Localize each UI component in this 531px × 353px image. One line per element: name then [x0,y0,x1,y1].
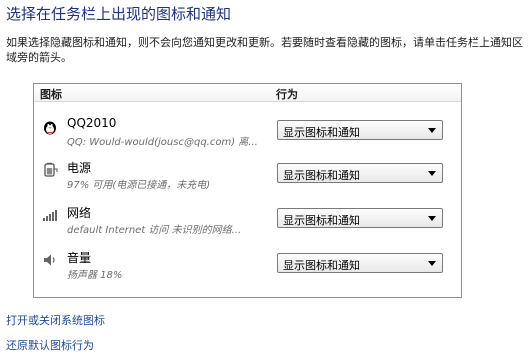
network-icon [42,207,58,223]
qq-penguin-icon [42,119,58,135]
list-item-subtitle: default Internet 访问 未识别的网络... [67,225,242,236]
list-item-network: 网络 default Internet 访问 未识别的网络... 显示图标和通知 [34,201,461,243]
power-icon [42,162,58,178]
dropdown-selected-value: 显示图标和通知 [283,214,360,227]
list-item-volume: 音量 扬声器 18% 显示图标和通知 [34,246,461,288]
list-item-name: 音量 [67,251,92,265]
column-header-icon: 图标 [40,88,62,101]
restore-default-icons-link[interactable]: 还原默认图标行为 [6,337,94,353]
list-item-name: 网络 [67,206,92,220]
dropdown-selected-value: 显示图标和通知 [283,126,360,139]
notification-icons-list: 图标 行为 QQ2010 QQ: Would-would(jousc@qq.co… [33,83,462,298]
list-item-subtitle: 97% 可用(电源已接通，未充电) [67,180,211,191]
chevron-down-icon [428,128,436,133]
list-item-subtitle: 扬声器 18% [67,270,123,281]
column-header-behavior: 行为 [276,88,298,101]
dropdown-selected-value: 显示图标和通知 [283,169,360,182]
list-item-subtitle: QQ: Would-would(jousc@qq.com) 离... [67,137,258,148]
list-item-name: 电源 [67,161,92,175]
behavior-dropdown-volume[interactable]: 显示图标和通知 [277,253,443,273]
page-title: 选择在任务栏上出现的图标和通知 [6,5,232,23]
behavior-dropdown-power[interactable]: 显示图标和通知 [277,163,443,183]
list-item-name: QQ2010 [67,116,117,130]
chevron-down-icon [428,261,436,266]
volume-icon [42,252,58,268]
behavior-dropdown-network[interactable]: 显示图标和通知 [277,208,443,228]
dropdown-selected-value: 显示图标和通知 [283,259,360,272]
behavior-dropdown-qq[interactable]: 显示图标和通知 [277,120,443,140]
toggle-system-icons-link[interactable]: 打开或关闭系统图标 [6,312,105,328]
chevron-down-icon [428,216,436,221]
list-header: 图标 行为 [34,84,461,102]
chevron-down-icon [428,171,436,176]
page-description: 如果选择隐藏图标和通知，则不会向您通知更改和更新。若要随时查看隐藏的图标，请单击… [6,36,523,64]
list-item-power: 电源 97% 可用(电源已接通，未充电) 显示图标和通知 [34,156,461,198]
list-item-qq: QQ2010 QQ: Would-would(jousc@qq.com) 离..… [34,113,461,155]
